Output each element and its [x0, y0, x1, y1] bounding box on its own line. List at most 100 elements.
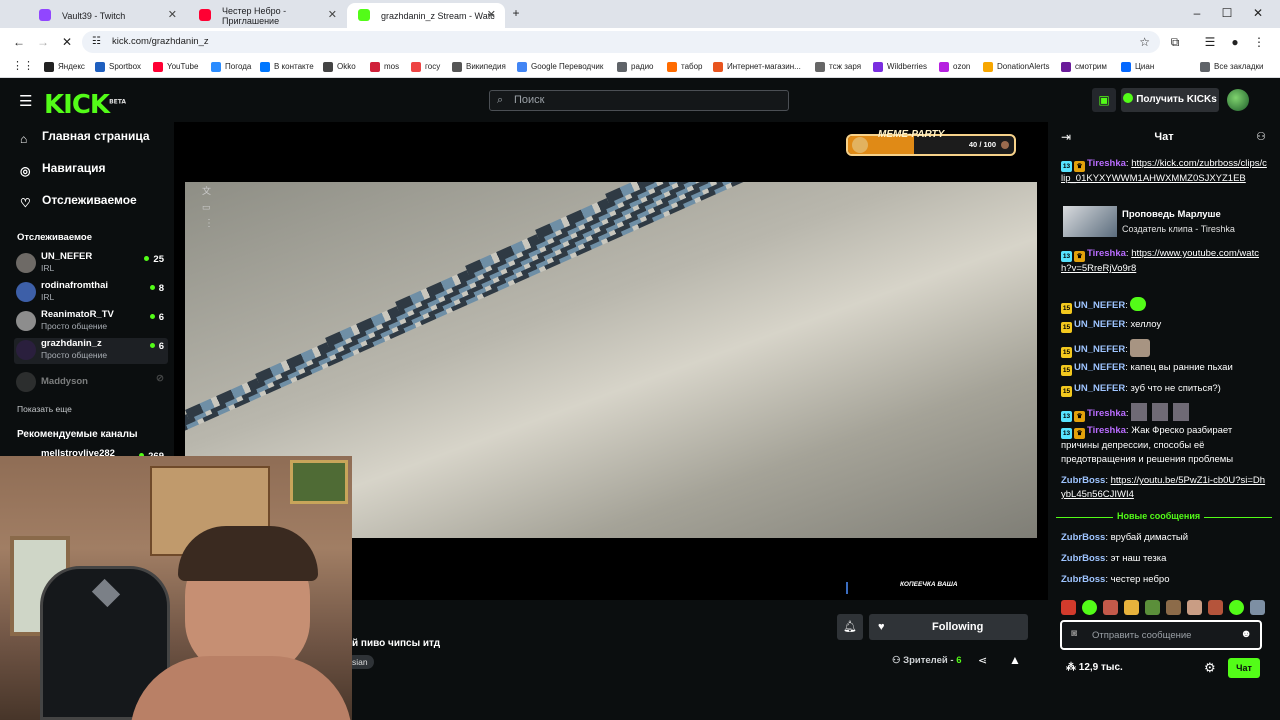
browser-tab[interactable]: Vault39 - Twitch ✕	[28, 3, 186, 28]
emote-icon[interactable]	[1103, 600, 1118, 615]
nav-home[interactable]: ⌂ Главная страница	[20, 126, 150, 146]
followed-channel[interactable]: UN_NEFER IRL 25	[14, 251, 168, 277]
bookmark-item[interactable]: Яндекс	[44, 60, 85, 74]
kicks-balance[interactable]: ⁂ 12,9 тыс.	[1066, 662, 1123, 673]
share-icon[interactable]: ⋖	[978, 654, 987, 667]
kicks-store-icon[interactable]: ▣	[1092, 88, 1116, 112]
forward-icon[interactable]: →	[34, 33, 52, 51]
minimize-icon[interactable]: –	[1188, 4, 1206, 22]
emote-icon[interactable]	[1124, 600, 1139, 615]
stop-loading-icon[interactable]: ✕	[58, 33, 76, 51]
emote-icon[interactable]	[1061, 600, 1076, 615]
chat-username[interactable]: Tireshka	[1087, 408, 1126, 419]
caption-icon[interactable]: ▭	[202, 202, 211, 213]
close-icon[interactable]: ✕	[487, 8, 496, 21]
chat-settings-icon[interactable]: ⚙	[1204, 660, 1216, 676]
site-info-icon[interactable]: ☷	[92, 31, 101, 53]
followed-channel[interactable]: rodinafromthai IRL 8	[14, 280, 168, 306]
notification-bell-button[interactable]: 🔔︎	[837, 614, 863, 640]
following-button[interactable]: ♥ Following	[869, 614, 1028, 640]
bookmark-item[interactable]: госу	[411, 60, 440, 74]
emote-icon[interactable]	[1166, 600, 1181, 615]
bookmark-item[interactable]: Sportbox	[95, 60, 141, 74]
bookmark-item[interactable]: Погода	[211, 60, 251, 74]
emote-picker-icon[interactable]: ◙	[1071, 628, 1077, 639]
followed-channel-offline[interactable]: Maddyson ⊘	[14, 370, 168, 396]
emote-icon[interactable]	[1208, 600, 1223, 615]
back-icon[interactable]: ←	[10, 33, 28, 51]
get-kicks-button[interactable]: Получить KICKs	[1121, 88, 1219, 112]
bookmark-item[interactable]: Википедия	[452, 60, 506, 74]
bookmark-item[interactable]: mos	[370, 60, 399, 74]
live-dot-icon	[149, 343, 155, 348]
new-tab-icon[interactable]: +	[507, 4, 525, 22]
chat-users-icon[interactable]: ⚇	[1256, 130, 1266, 143]
show-more-link[interactable]: Показать еще	[17, 404, 72, 414]
chat-username[interactable]: UN_NEFER	[1074, 362, 1125, 373]
bookmark-item[interactable]: табор	[667, 60, 703, 74]
apps-icon[interactable]: ⋮⋮	[12, 59, 34, 72]
emote-icon[interactable]	[1187, 600, 1202, 615]
bookmark-star-icon[interactable]: ☆	[1139, 31, 1150, 53]
chat-username[interactable]: UN_NEFER	[1074, 344, 1125, 355]
chat-username[interactable]: UN_NEFER	[1074, 300, 1125, 311]
nav-following[interactable]: ♡ Отслеживаемое	[20, 190, 137, 210]
live-dot-icon	[149, 285, 155, 290]
chat-input[interactable]: ◙ Отправить сообщение ☻	[1060, 620, 1262, 650]
extensions-icon[interactable]: ⧉	[1166, 33, 1184, 51]
bookmark-item[interactable]: радио	[617, 60, 653, 74]
close-icon[interactable]: ✕	[168, 8, 177, 21]
bookmark-item[interactable]: Okko	[323, 60, 356, 74]
chat-username[interactable]: UN_NEFER	[1074, 319, 1125, 330]
bookmark-item[interactable]: YouTube	[153, 60, 198, 74]
close-icon[interactable]: ✕	[328, 8, 337, 21]
more-icon[interactable]: ⋮	[204, 218, 214, 229]
hamburger-menu-icon[interactable]: ☰	[19, 92, 32, 110]
bookmark-item[interactable]: DonationAlerts	[983, 60, 1049, 74]
maximize-icon[interactable]: ☐	[1218, 4, 1236, 22]
address-bar[interactable]: ☷ kick.com/grazhdanin_z ☆	[82, 31, 1160, 53]
chat-username[interactable]: Tireshka	[1087, 158, 1126, 169]
chat-username[interactable]: ZubrBoss	[1061, 475, 1105, 486]
player-side-tools: 文 ▭ ⋮	[198, 182, 216, 234]
bookmark-item[interactable]: ozon	[939, 60, 970, 74]
search-input[interactable]: ⌕ Поиск	[489, 90, 789, 111]
chat-username[interactable]: Tireshka	[1087, 248, 1126, 259]
profile-avatar[interactable]: ●	[1226, 33, 1244, 51]
viewer-count: 6	[149, 312, 164, 323]
translate-icon[interactable]: 文	[202, 184, 211, 197]
media-controls-icon[interactable]: ☰	[1201, 33, 1219, 51]
bookmark-item[interactable]: смотрим	[1061, 60, 1107, 74]
followed-channel-active[interactable]: grazhdanin_z Просто общение 6	[14, 338, 168, 364]
bookmark-item[interactable]: тсж заря	[815, 60, 861, 74]
emote-icon[interactable]	[1145, 600, 1160, 615]
followed-channel[interactable]: ReanimatoR_TV Просто общение 6	[14, 309, 168, 335]
bookmark-item[interactable]: В контакте	[260, 60, 314, 74]
emote-icon[interactable]	[1082, 600, 1097, 615]
browser-tab[interactable]: Честер Небро - Приглашение ✕	[188, 3, 346, 28]
nav-browse[interactable]: ◎ Навигация	[20, 158, 106, 178]
emote-icon[interactable]	[1250, 600, 1265, 615]
chat-username[interactable]: ZubrBoss	[1061, 574, 1105, 585]
bookmark-item[interactable]: Интернет-магазин...	[713, 60, 801, 74]
smiley-icon[interactable]: ☻	[1240, 628, 1252, 640]
chat-username[interactable]: ZubrBoss	[1061, 532, 1105, 543]
browser-tab-active[interactable]: grazhdanin_z Stream - Watc ✕	[347, 3, 505, 28]
user-avatar[interactable]	[1227, 89, 1249, 111]
clip-preview-card[interactable]: Проповедь Марлуше Создатель клипа - Tire…	[1061, 206, 1267, 238]
bookmark-item[interactable]: Google Переводчик	[517, 60, 603, 74]
emote-icon	[1131, 403, 1190, 421]
kick-logo[interactable]: KICKBETA	[44, 90, 126, 120]
menu-icon[interactable]: ⋮	[1250, 33, 1268, 51]
bookmark-item[interactable]: Wildberries	[873, 60, 927, 74]
chat-username[interactable]: Tireshka	[1087, 425, 1126, 436]
chat-username[interactable]: UN_NEFER	[1074, 383, 1125, 394]
all-bookmarks[interactable]: Все закладки	[1200, 60, 1263, 74]
bookmark-item[interactable]: Циан	[1121, 60, 1154, 74]
send-chat-button[interactable]: Чат	[1228, 658, 1260, 678]
chat-username[interactable]: ZubrBoss	[1061, 553, 1105, 564]
meme-progress-text: 40 / 100	[968, 140, 996, 149]
emote-icon[interactable]	[1229, 600, 1244, 615]
report-icon[interactable]: ▲	[1009, 653, 1021, 667]
window-close-icon[interactable]: ✕	[1249, 4, 1267, 22]
